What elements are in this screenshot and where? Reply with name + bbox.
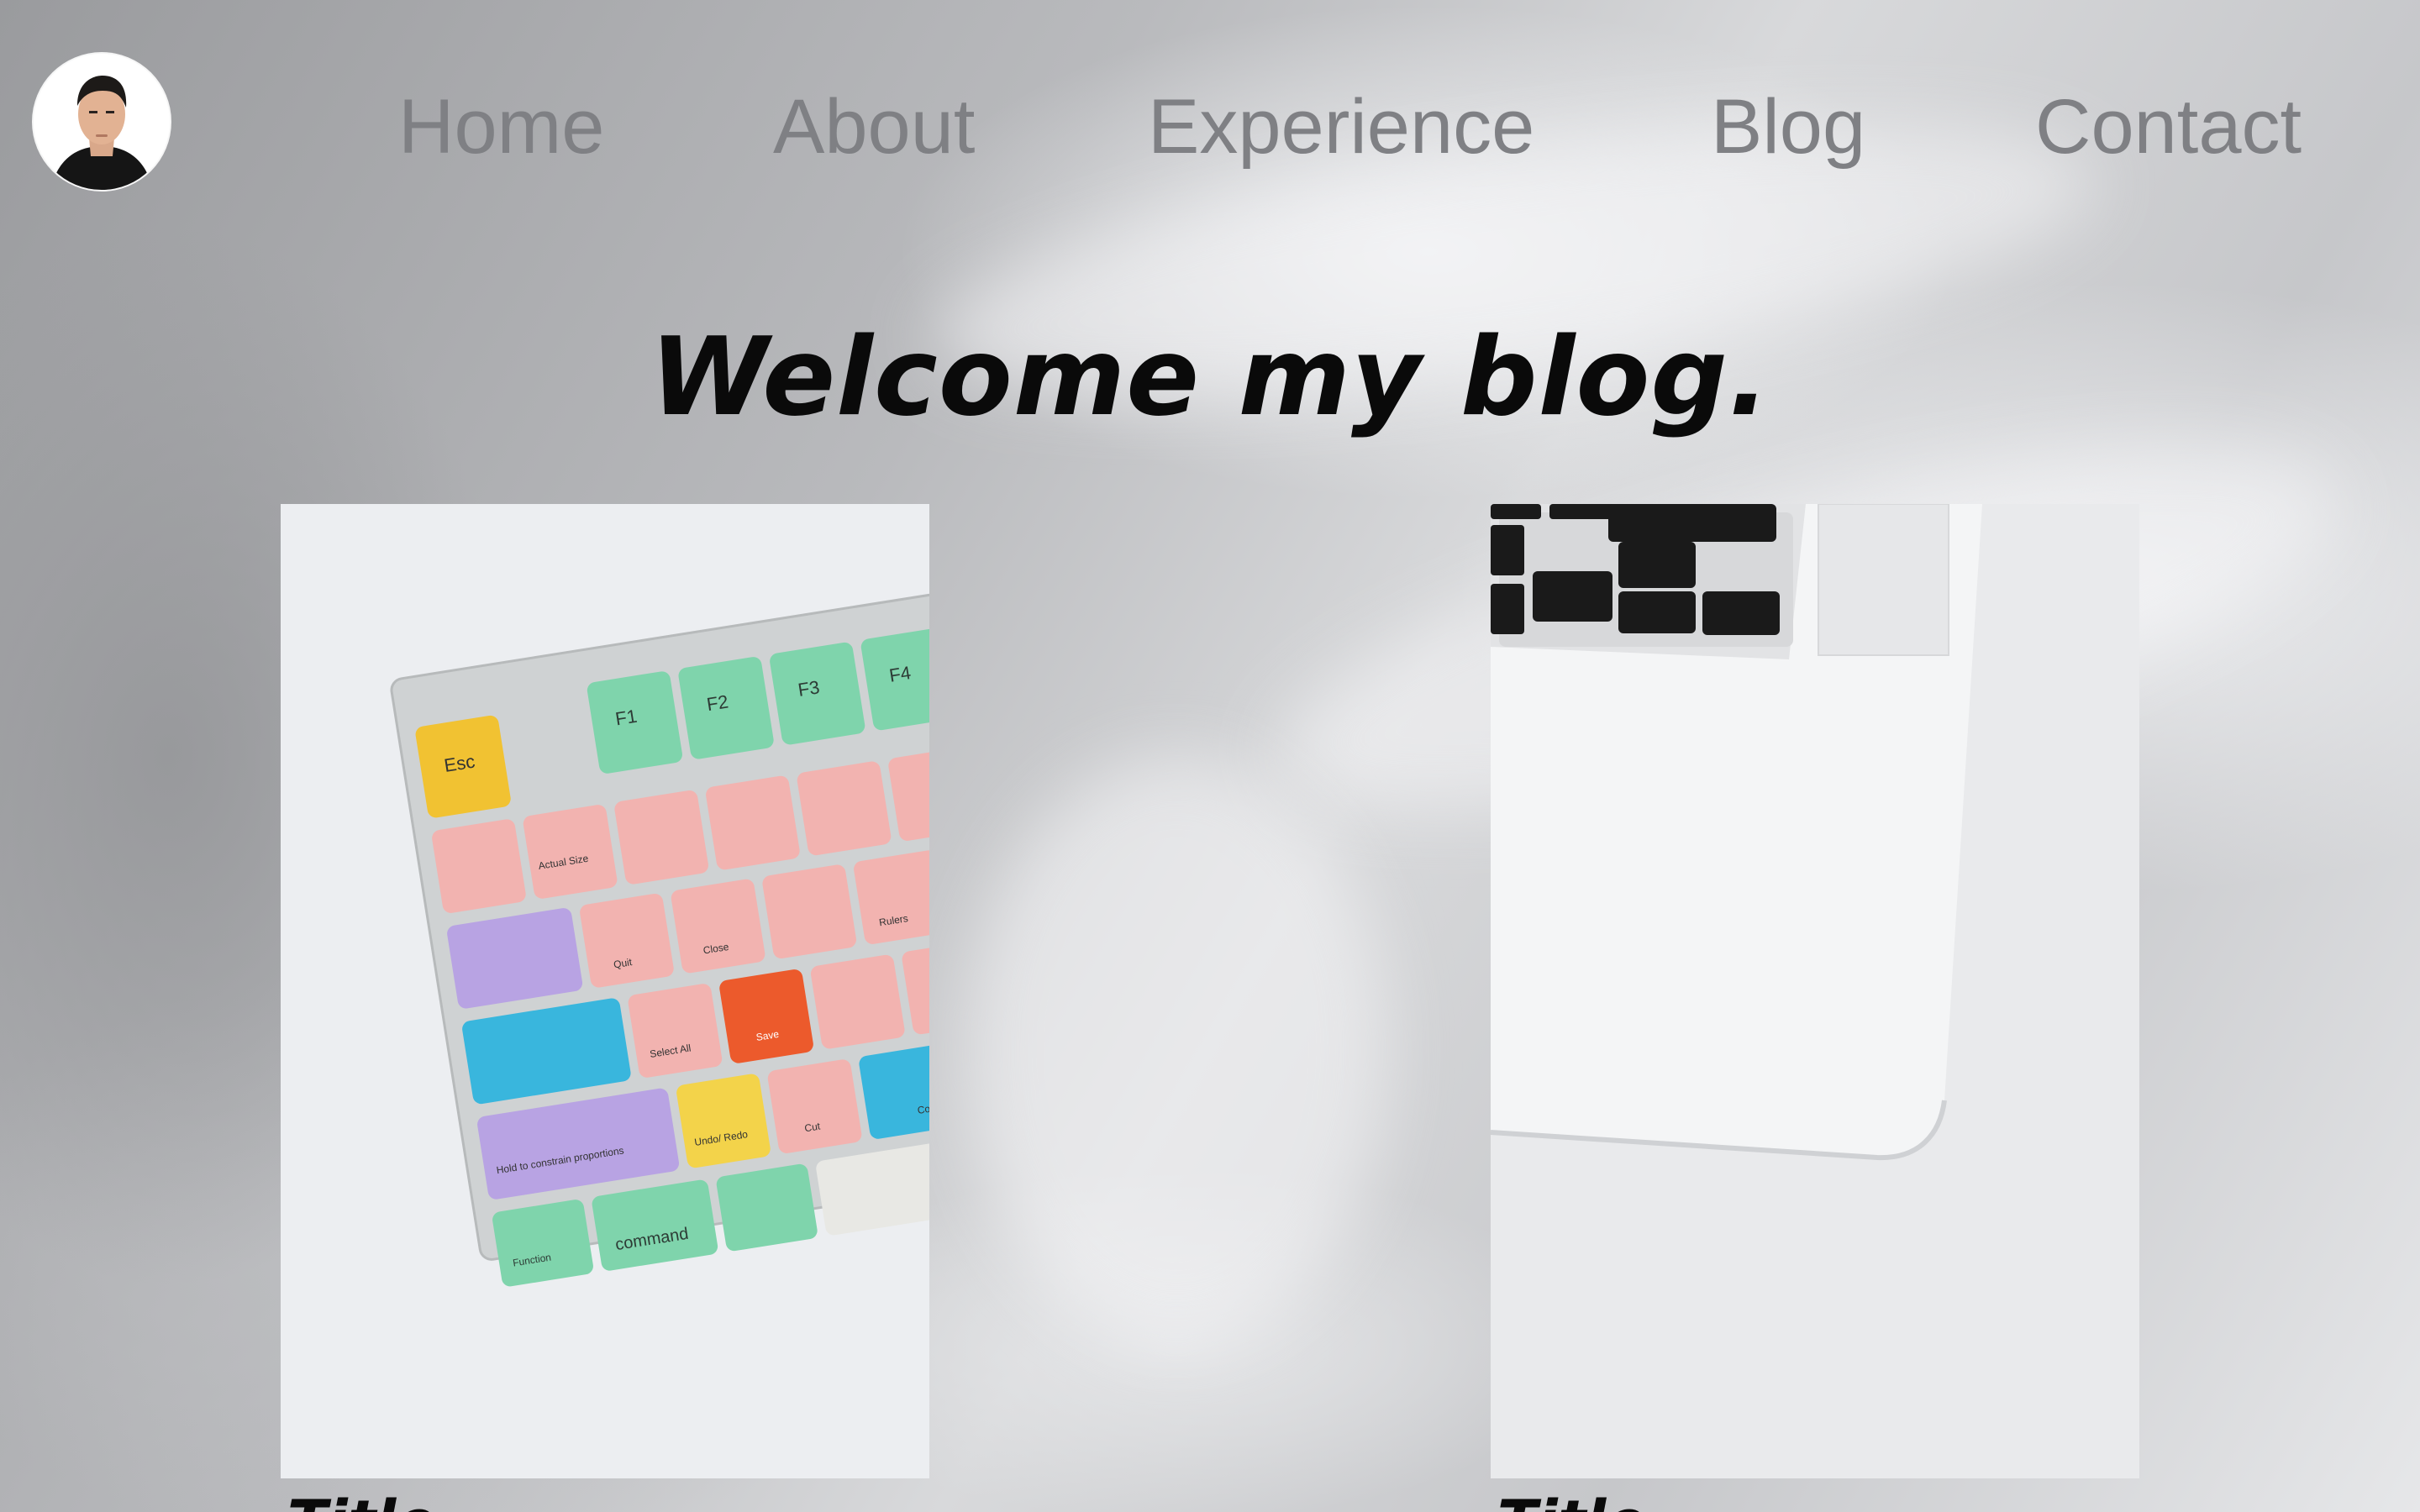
page: Home About Experience Blog Contact Welco… <box>0 0 2420 1512</box>
page-title: Welcome my blog. <box>650 315 1770 440</box>
nav-link-contact[interactable]: Contact <box>2035 81 2302 173</box>
keyboard-illustration: Esc F1 F2 F3 F4 Actual Size Quit Close R… <box>281 504 929 1478</box>
nav-link-about[interactable]: About <box>773 81 975 173</box>
keycap-f2-label: F2 <box>705 690 729 715</box>
blog-card[interactable]: Title <box>1491 504 2139 1512</box>
blog-card[interactable]: Esc F1 F2 F3 F4 Actual Size Quit Close R… <box>281 504 929 1512</box>
nav-link-experience[interactable]: Experience <box>1148 81 1534 173</box>
keycap-copy-label: Cop <box>917 1102 929 1116</box>
laptop-illustration <box>1491 504 2139 1478</box>
blog-card-title[interactable]: Title <box>287 1488 436 1512</box>
nav-link-blog[interactable]: Blog <box>1711 81 1865 173</box>
nav-link-home[interactable]: Home <box>398 81 604 173</box>
keycap-f4-label: F4 <box>887 662 912 686</box>
background-streak <box>966 756 1386 1344</box>
blog-card-title[interactable]: Title <box>1497 1488 1646 1512</box>
avatar[interactable] <box>34 54 170 190</box>
keycap-f1-label: F1 <box>614 706 639 730</box>
laptop-corner-image[interactable] <box>1491 504 2139 1478</box>
avatar-portrait-icon <box>34 54 170 190</box>
keycap-cut-label: Cut <box>803 1120 821 1134</box>
top-navigation: Home About Experience Blog Contact <box>0 0 2420 252</box>
keycap-f3-label: F3 <box>797 676 821 701</box>
keyboard-keycaps-image[interactable]: Esc F1 F2 F3 F4 Actual Size Quit Close R… <box>281 504 929 1478</box>
